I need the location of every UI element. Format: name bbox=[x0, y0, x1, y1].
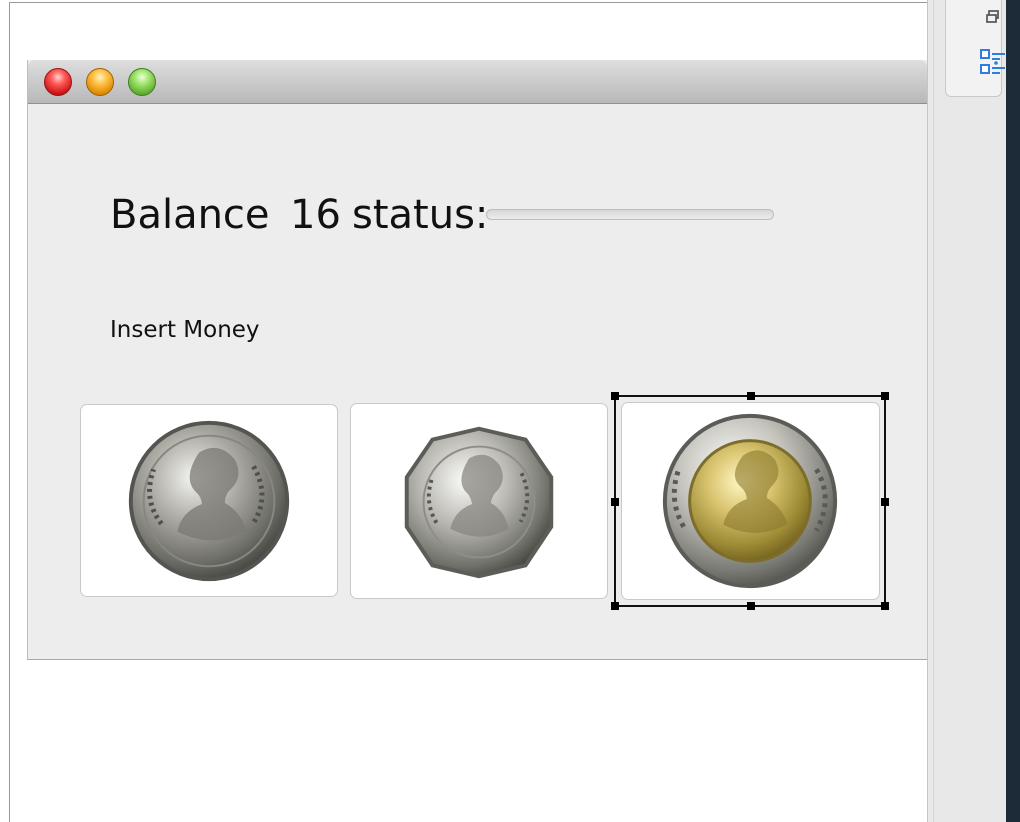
close-window-button[interactable] bbox=[44, 68, 72, 96]
editor-screen: Balance 16 status: Insert Money bbox=[0, 0, 1020, 822]
window-titlebar[interactable] bbox=[28, 60, 927, 104]
right-edge-strip bbox=[1006, 0, 1020, 822]
ten-baht-coin-icon bbox=[662, 413, 838, 589]
panel-divider bbox=[933, 0, 934, 822]
ten-baht-coin-button[interactable] bbox=[621, 402, 880, 600]
minimize-window-button[interactable] bbox=[86, 68, 114, 96]
designed-window: Balance 16 status: Insert Money bbox=[27, 60, 927, 660]
five-baht-coin-button[interactable] bbox=[350, 403, 608, 599]
balance-label: Balance bbox=[110, 192, 270, 238]
insert-money-label: Insert Money bbox=[110, 317, 260, 343]
one-baht-coin-button[interactable] bbox=[80, 404, 338, 597]
tool-palette bbox=[945, 0, 1005, 97]
outline-icon[interactable] bbox=[978, 47, 1008, 79]
restore-icon[interactable] bbox=[985, 9, 1001, 25]
editor-canvas: Balance 16 status: Insert Money bbox=[0, 0, 927, 822]
right-tool-panel bbox=[927, 0, 1006, 822]
zoom-window-button[interactable] bbox=[128, 68, 156, 96]
status-progress-bar bbox=[486, 209, 774, 220]
balance-value: 16 bbox=[290, 192, 341, 238]
status-label: status: bbox=[352, 192, 489, 238]
one-baht-coin-icon bbox=[128, 420, 290, 582]
five-baht-coin-icon bbox=[404, 426, 554, 579]
